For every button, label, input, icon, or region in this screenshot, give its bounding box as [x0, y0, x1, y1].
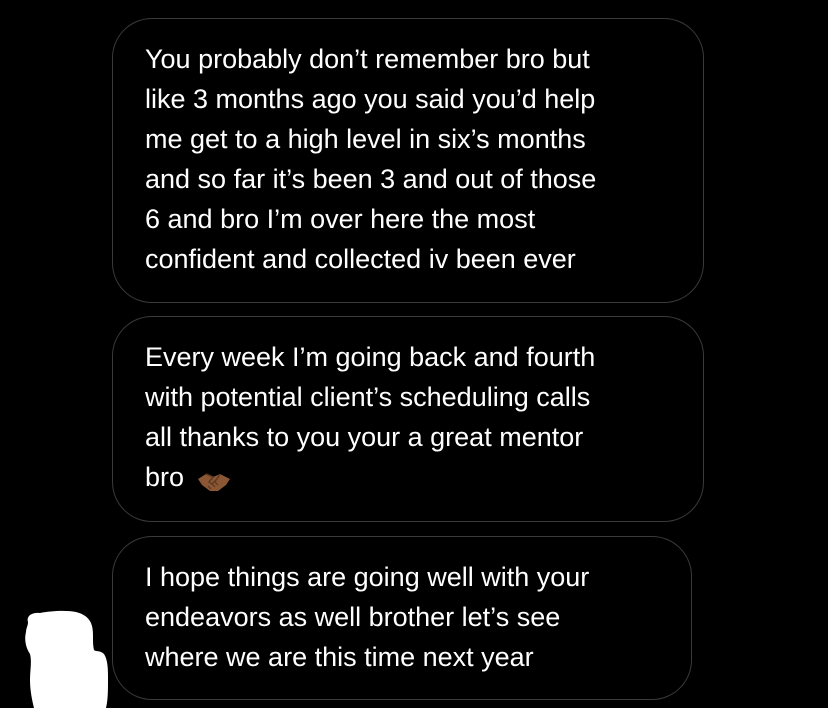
message-text-line: like 3 months ago you said you’d help [145, 84, 596, 114]
redacted-avatar [25, 610, 108, 708]
message-text-line: confident and collected iv been ever [145, 244, 576, 274]
message-text: bro [145, 462, 185, 492]
message-text-line: me get to a high level in six’s months [145, 124, 586, 154]
message-text-line: I hope things are going well with your [145, 562, 590, 592]
message-text-line: with potential client’s scheduling calls [145, 382, 591, 412]
message-bubble[interactable]: Every week I’m going back and fourth wit… [112, 316, 704, 522]
message-text-line: and so far it’s been 3 and out of those [145, 164, 597, 194]
message-text-line: 6 and bro I’m over here the most [145, 204, 536, 234]
message-text-line: Every week I’m going back and fourth [145, 342, 596, 372]
message-text-line: endeavors as well brother let’s see [145, 602, 561, 632]
message-text-line: You probably don’t remember bro but [145, 44, 590, 74]
message-text-line: all thanks to you your a great mentor [145, 422, 584, 452]
handshake-emoji-icon [196, 465, 232, 491]
message-bubble[interactable]: I hope things are going well with your e… [112, 536, 692, 700]
message-bubble[interactable]: You probably don’t remember bro but like… [112, 18, 704, 303]
message-text-line: where we are this time next year [145, 642, 534, 672]
message-text-line-with-emoji: bro [145, 457, 673, 497]
